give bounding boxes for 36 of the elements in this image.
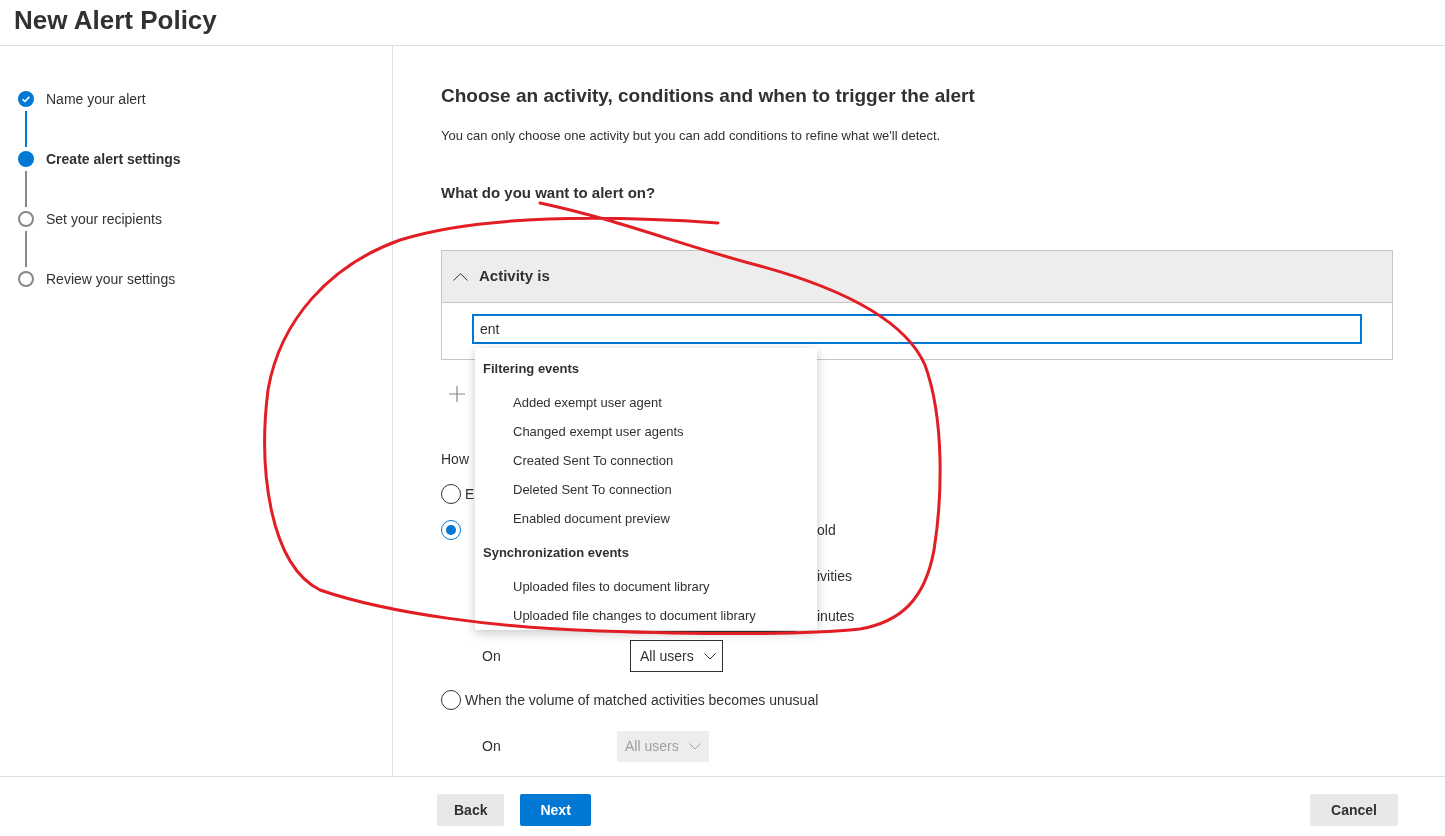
dropdown-group-header: Synchronization events	[483, 543, 629, 562]
dropdown-group-header: Filtering events	[483, 359, 580, 378]
trigger-heading: How	[441, 450, 469, 469]
page-title: New Alert Policy	[14, 4, 217, 36]
option-label[interactable]: E	[465, 483, 475, 505]
chevron-down-icon	[688, 742, 701, 750]
dropdown-option[interactable]: Created Sent To connection	[513, 450, 674, 471]
back-button[interactable]: Back	[437, 794, 505, 826]
partial-label: inutes	[817, 606, 855, 626]
dropdown-option[interactable]: Uploaded files to document library	[513, 576, 710, 597]
next-button[interactable]: Next	[520, 794, 591, 826]
question-heading: What do you want to alert on?	[441, 183, 656, 203]
search-field[interactable]: ent	[472, 314, 1362, 344]
chevron-down-icon	[703, 652, 716, 660]
field-label: On	[482, 738, 501, 754]
cancel-button[interactable]: Cancel	[1310, 794, 1398, 826]
users-dropdown[interactable]: All users	[630, 640, 723, 672]
step-label[interactable]: Set your recipients	[46, 211, 162, 227]
step-label[interactable]: Create alert settings	[46, 151, 181, 167]
dropdown-option[interactable]: Enabled document preview	[513, 508, 670, 529]
field-label: On	[482, 648, 501, 664]
section-title: Choose an activity, conditions and when to trigger the alert	[441, 84, 975, 108]
option-label[interactable]: When the volume of matched activities becomes unusual	[465, 689, 819, 711]
dropdown-option[interactable]: Added exempt user agent	[513, 392, 662, 413]
dropdown-option[interactable]: Changed exempt user agents	[513, 421, 684, 442]
dropdown-option[interactable]: Uploaded file changes to document library	[513, 605, 756, 626]
section-description: You can only choose one activity but you can add conditions to refine what we'll detect.	[441, 127, 941, 145]
dropdown-option[interactable]: Deleted Sent To connection	[513, 479, 672, 500]
partial-label: old	[817, 520, 836, 540]
radio-button[interactable]	[441, 484, 461, 504]
condition-toggle[interactable]: Activity is	[442, 251, 1392, 303]
step-label[interactable]: Name your alert	[46, 91, 146, 107]
step-label[interactable]: Review your settings	[46, 271, 176, 287]
radio-button[interactable]	[441, 520, 461, 540]
partial-label: ivities	[817, 566, 852, 586]
radio-button[interactable]	[441, 690, 461, 710]
